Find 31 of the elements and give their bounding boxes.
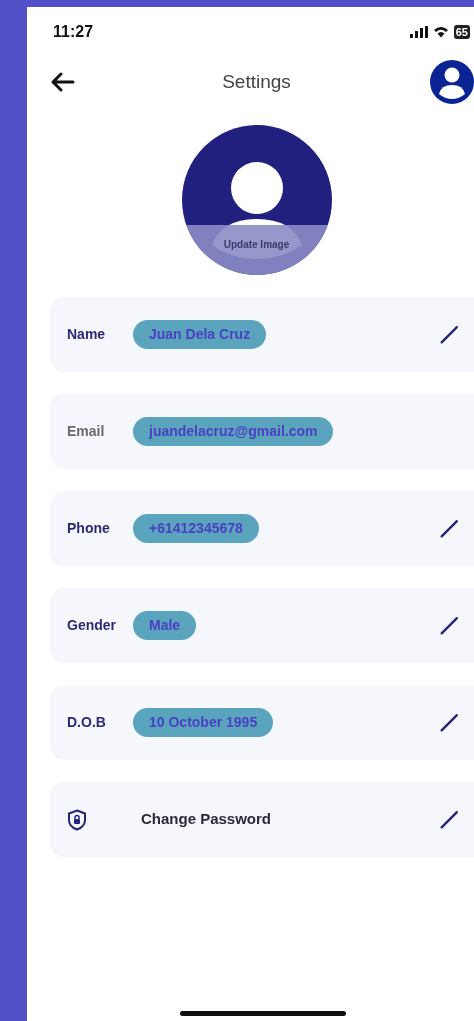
pencil-icon[interactable] (438, 614, 460, 637)
status-time: 11:27 (53, 22, 94, 42)
shield-lock-icon (67, 808, 87, 831)
wifi-icon (432, 26, 449, 38)
battery-level: 65 (453, 25, 470, 39)
field-label: Gender (67, 616, 117, 635)
field-label: Name (67, 325, 107, 344)
back-arrow-icon[interactable] (49, 71, 75, 93)
field-label: D.O.B (67, 713, 107, 732)
profile-field-card[interactable]: Email juandelacruz@gmail.com (50, 394, 474, 469)
profile-field-card[interactable]: D.O.B 10 October 1995 (50, 685, 474, 760)
profile-field-card[interactable]: Phone +61412345678 (50, 491, 474, 566)
pencil-icon[interactable] (438, 711, 460, 734)
pencil-icon[interactable] (438, 323, 460, 346)
page-title: Settings (222, 69, 291, 94)
field-value: +61412345678 (133, 514, 259, 543)
profile-field-card[interactable]: Gender Male (50, 588, 474, 663)
field-value: 10 October 1995 (133, 708, 274, 737)
field-label: Phone (67, 519, 111, 538)
profile-icon[interactable] (428, 58, 474, 106)
pencil-icon[interactable] (438, 517, 460, 540)
change-password-label: Change Password (141, 809, 272, 830)
signal-icon (409, 26, 428, 38)
field-value: Male (133, 611, 197, 640)
field-value: Juan Dela Cruz (133, 320, 267, 349)
field-label: Email (67, 422, 106, 441)
profile-field-card[interactable]: Name Juan Dela Cruz (50, 297, 474, 372)
field-value: juandelacruz@gmail.com (133, 417, 334, 446)
avatar-image[interactable]: Update Image (181, 125, 332, 275)
pencil-icon[interactable] (438, 808, 460, 831)
profile-field-card[interactable]: Change Password (50, 782, 474, 857)
